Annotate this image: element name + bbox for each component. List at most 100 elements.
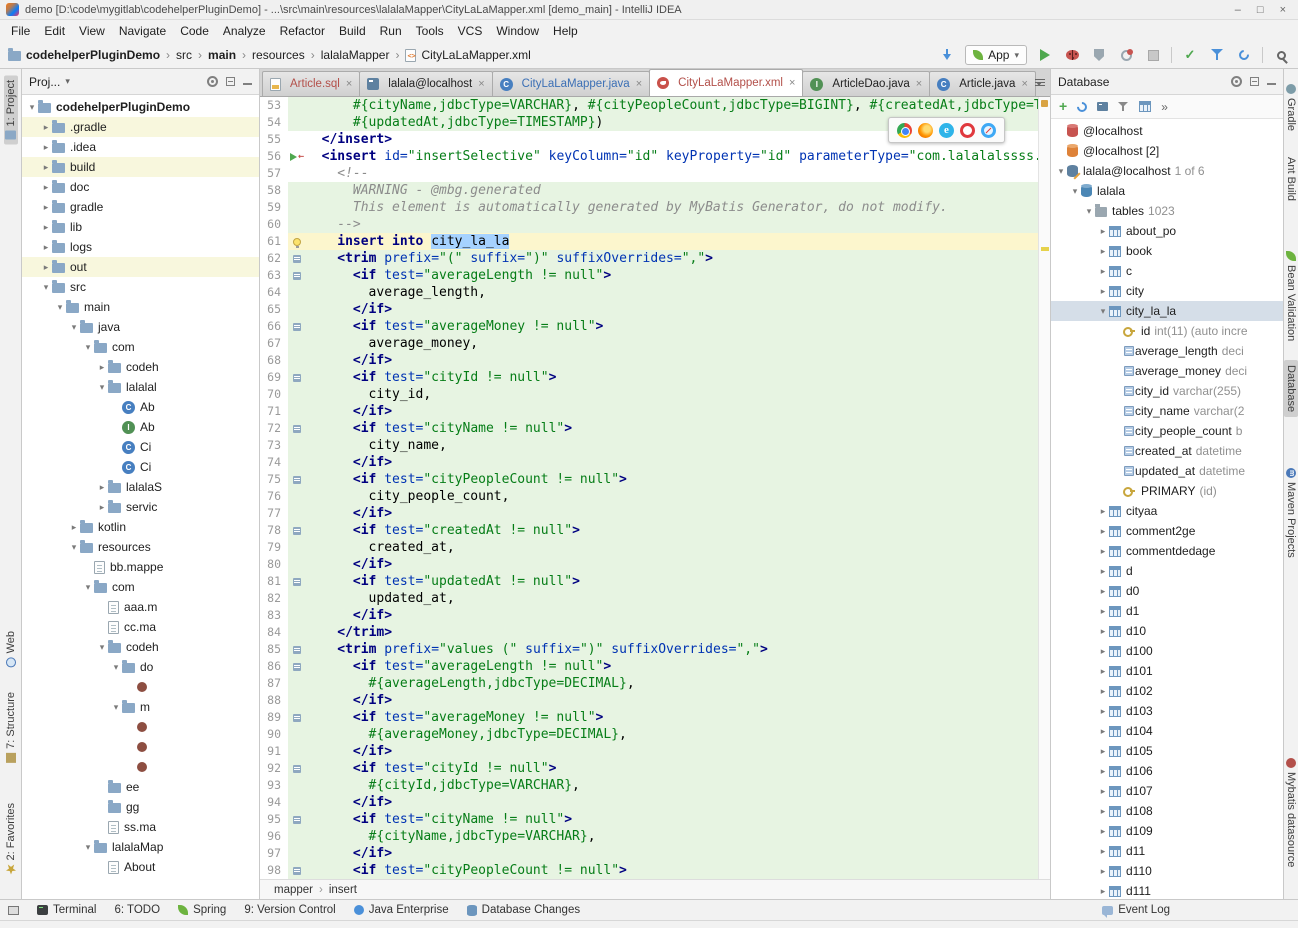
gear-icon[interactable] xyxy=(1231,76,1242,87)
project-tree-item[interactable]: ▸.idea xyxy=(22,137,259,157)
project-tree-item[interactable]: About xyxy=(22,857,259,877)
chevron-right-icon[interactable]: ▸ xyxy=(40,202,52,213)
database-tree-item[interactable]: ▸d109 xyxy=(1051,821,1283,841)
run-statement-icon[interactable] xyxy=(290,153,297,161)
chevron-right-icon[interactable]: ▸ xyxy=(1097,766,1109,777)
editor-line[interactable]: 61insert into city_la_la xyxy=(260,233,1050,250)
editor-tab[interactable]: Article.java× xyxy=(929,71,1036,96)
editor-line[interactable]: 53#{cityName,jdbcType=VARCHAR}, #{cityPe… xyxy=(260,97,1050,114)
add-datasource-button[interactable] xyxy=(1059,100,1067,114)
collapse-all-icon[interactable] xyxy=(1250,77,1259,86)
editor-line[interactable]: 85<trim prefix="values (" suffix=")" suf… xyxy=(260,641,1050,658)
editor-line[interactable]: 87#{averageLength,jdbcType=DECIMAL}, xyxy=(260,675,1050,692)
editor-line[interactable]: 70city_id, xyxy=(260,386,1050,403)
chevron-right-icon[interactable]: ▸ xyxy=(1097,806,1109,817)
database-tree-item[interactable]: ▸book xyxy=(1051,241,1283,261)
project-tree-item[interactable]: Ab xyxy=(22,417,259,437)
mybatis-statement-icon[interactable] xyxy=(293,255,301,263)
rollback-button[interactable] xyxy=(1235,46,1253,64)
editor-line[interactable]: 93#{cityId,jdbcType=VARCHAR}, xyxy=(260,777,1050,794)
project-tree-item[interactable]: ee xyxy=(22,777,259,797)
chevron-down-icon[interactable]: ▾ xyxy=(54,302,66,313)
chevron-down-icon[interactable]: ▾ xyxy=(1069,186,1081,197)
menu-window[interactable]: Window xyxy=(489,21,546,41)
search-everywhere-button[interactable] xyxy=(1272,46,1290,64)
database-tree-item[interactable]: average_moneydeci xyxy=(1051,361,1283,381)
menu-analyze[interactable]: Analyze xyxy=(216,21,273,41)
project-tree-item[interactable]: ss.ma xyxy=(22,817,259,837)
database-tree-item[interactable]: ▸d111 xyxy=(1051,881,1283,899)
database-tree-item[interactable]: ▾tables1023 xyxy=(1051,201,1283,221)
commit-button[interactable] xyxy=(1181,46,1199,64)
project-tree-item[interactable]: Ci xyxy=(22,457,259,477)
editor-line[interactable]: 60--> xyxy=(260,216,1050,233)
chevron-right-icon[interactable]: ▸ xyxy=(1097,846,1109,857)
minimize-button[interactable]: – xyxy=(1235,4,1241,16)
database-tree-item[interactable]: idint(11) (auto incre xyxy=(1051,321,1283,341)
project-tree-item[interactable]: Ab xyxy=(22,397,259,417)
editor-tab[interactable]: lalala@localhost× xyxy=(359,71,492,96)
chevron-down-icon[interactable]: ▾ xyxy=(40,282,52,293)
menu-tools[interactable]: Tools xyxy=(409,21,451,41)
tool-window-button-maven-projects[interactable]: Maven Projects xyxy=(1284,463,1298,563)
chevron-right-icon[interactable]: ▸ xyxy=(1097,686,1109,697)
mybatis-statement-icon[interactable] xyxy=(293,374,301,382)
editor-line[interactable]: 97</if> xyxy=(260,845,1050,862)
close-tab-icon[interactable]: × xyxy=(346,78,352,90)
breadcrumb-item[interactable]: lalalaMapper xyxy=(321,48,390,62)
stop-button[interactable] xyxy=(1144,46,1162,64)
tool-window-switcher-icon[interactable] xyxy=(8,906,19,915)
tool-window-button-database[interactable]: Database xyxy=(1284,360,1298,417)
project-tree-item[interactable]: ▾m xyxy=(22,697,259,717)
safari-icon[interactable] xyxy=(981,123,996,138)
editor-line[interactable]: 74</if> xyxy=(260,454,1050,471)
database-tree-item[interactable]: city_idvarchar(255) xyxy=(1051,381,1283,401)
chevron-down-icon[interactable]: ▾ xyxy=(96,382,108,393)
profiler-button[interactable] xyxy=(1117,46,1135,64)
project-tree-item[interactable]: ▸build xyxy=(22,157,259,177)
tool-window-button-gradle[interactable]: Gradle xyxy=(1284,79,1298,136)
editor-line[interactable]: 57<!-- xyxy=(260,165,1050,182)
editor-line[interactable]: 91</if> xyxy=(260,743,1050,760)
editor-line[interactable]: 96#{cityName,jdbcType=VARCHAR}, xyxy=(260,828,1050,845)
chevron-down-icon[interactable]: ▾ xyxy=(82,842,94,853)
mybatis-statement-icon[interactable] xyxy=(293,272,301,280)
menu-help[interactable]: Help xyxy=(546,21,585,41)
database-tree-item[interactable]: ▸d0 xyxy=(1051,581,1283,601)
database-tree-item[interactable]: ▸d106 xyxy=(1051,761,1283,781)
mybatis-statement-icon[interactable] xyxy=(293,323,301,331)
chevron-right-icon[interactable]: ▸ xyxy=(40,162,52,173)
editor-line[interactable]: 76city_people_count, xyxy=(260,488,1050,505)
menu-build[interactable]: Build xyxy=(332,21,373,41)
database-tree-item[interactable]: ▸d103 xyxy=(1051,701,1283,721)
chevron-down-icon[interactable]: ▾ xyxy=(1083,206,1095,217)
project-tree-item[interactable]: ▸doc xyxy=(22,177,259,197)
chevron-right-icon[interactable]: ▸ xyxy=(1097,706,1109,717)
project-tree-item[interactable]: ▸gradle xyxy=(22,197,259,217)
chrome-icon[interactable] xyxy=(897,123,912,138)
chevron-right-icon[interactable]: ▸ xyxy=(1097,746,1109,757)
mybatis-statement-icon[interactable] xyxy=(293,765,301,773)
database-tree-item[interactable]: ▸d101 xyxy=(1051,661,1283,681)
chevron-right-icon[interactable]: ▸ xyxy=(1097,646,1109,657)
database-tree-item[interactable]: @localhost xyxy=(1051,121,1283,141)
editor-line[interactable]: 94</if> xyxy=(260,794,1050,811)
tool-window-button-2-favorites[interactable]: 2: Favorites xyxy=(4,798,18,879)
database-tree-item[interactable]: ▸d105 xyxy=(1051,741,1283,761)
database-tree-item[interactable]: ▸c xyxy=(1051,261,1283,281)
update-project-button[interactable] xyxy=(938,46,956,64)
chevron-right-icon[interactable]: ▸ xyxy=(96,502,108,513)
close-tab-icon[interactable]: × xyxy=(789,77,795,89)
close-tab-icon[interactable]: × xyxy=(1021,78,1027,90)
editor-line[interactable]: 78<if test="createdAt != null"> xyxy=(260,522,1050,539)
close-tab-icon[interactable]: × xyxy=(478,78,484,90)
project-tree-item[interactable] xyxy=(22,737,259,757)
chevron-right-icon[interactable]: ▸ xyxy=(1097,586,1109,597)
menu-edit[interactable]: Edit xyxy=(37,21,72,41)
project-tree-item[interactable]: ▸codeh xyxy=(22,357,259,377)
chevron-right-icon[interactable]: ▸ xyxy=(1097,546,1109,557)
chevron-down-icon[interactable]: ▾ xyxy=(82,582,94,593)
menu-code[interactable]: Code xyxy=(173,21,216,41)
editor-line[interactable]: 72<if test="cityName != null"> xyxy=(260,420,1050,437)
chevron-down-icon[interactable]: ▾ xyxy=(110,702,122,713)
